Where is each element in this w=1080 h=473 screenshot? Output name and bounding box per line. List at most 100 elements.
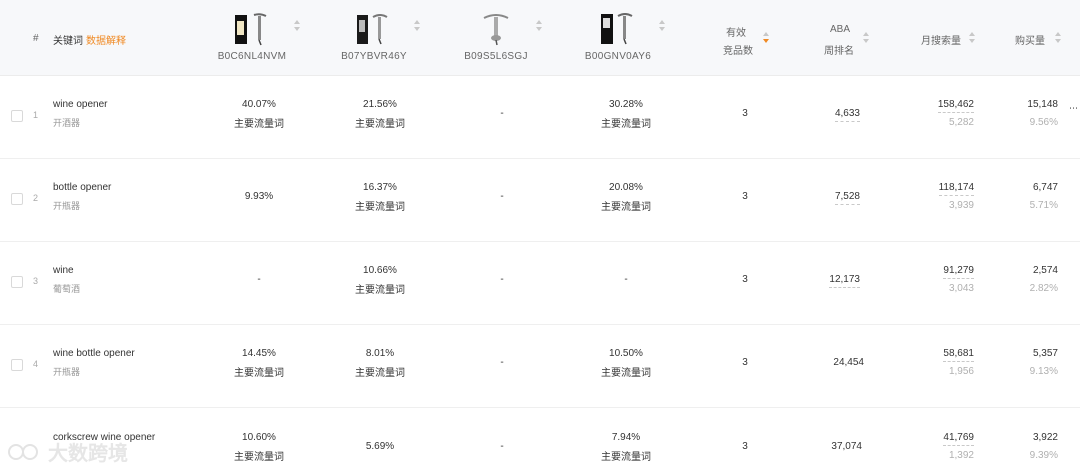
sort-asin-4-icon[interactable] [659, 20, 666, 31]
monthly-search[interactable]: 91,279 [943, 265, 974, 279]
table-row[interactable]: 4 wine bottle opener 开瓶器 14.45% 主要流量词 8.0… [0, 324, 1080, 408]
row-checkbox[interactable] [11, 193, 23, 205]
keyword-header: 关键词 [53, 36, 83, 47]
asin-column-4[interactable]: B00GNV0AY6 [568, 12, 668, 62]
row-index: 1 [33, 110, 39, 120]
asin1-share: 40.07% 主要流量词 [209, 99, 309, 130]
purchase-rate: 5.71% [1029, 200, 1058, 211]
purchase-rate: 2.82% [1029, 283, 1058, 294]
asin2-share: 5.69% [365, 441, 395, 452]
competitors-header-line2: 竞品数 [723, 46, 753, 57]
monthly-search-sub: 3,043 [948, 283, 974, 294]
asin-code-3: B09S5L6SGJ [464, 51, 528, 62]
purchases: 3,922 [1032, 432, 1058, 443]
sort-purchases-icon[interactable] [1055, 32, 1062, 43]
purchase-rate: 9.13% [1029, 366, 1058, 377]
monthly-search-sub: 5,282 [948, 117, 974, 128]
sort-asin-1-icon[interactable] [294, 20, 301, 31]
monthly-search[interactable]: 58,681 [943, 348, 974, 362]
purchases: 2,574 [1032, 265, 1058, 276]
asin4-share: 30.28% 主要流量词 [576, 99, 676, 130]
asin2-share: 8.01% 主要流量词 [330, 348, 430, 379]
index-header: # [33, 33, 39, 44]
purchases: 15,148 [1027, 99, 1058, 110]
monthly-search[interactable]: 41,769 [943, 432, 974, 446]
monthly-search[interactable]: 158,462 [937, 99, 974, 113]
row-checkbox[interactable] [11, 359, 23, 371]
aba-rank[interactable]: 37,074 [831, 441, 862, 452]
purchase-rate: 9.39% [1029, 450, 1058, 461]
purchase-rate: 9.56% [1029, 117, 1058, 128]
asin-code-1: B0C6NL4NVM [217, 51, 287, 62]
traffic-tag: 主要流量词 [355, 119, 405, 130]
competitor-count: 3 [742, 274, 748, 285]
monthly-search-header: 月搜索量 [921, 36, 961, 47]
aba-rank[interactable]: 12,173 [829, 274, 860, 288]
asin4-share: 20.08% 主要流量词 [576, 182, 676, 213]
more-icon[interactable]: ⋯ [1069, 103, 1078, 114]
competitor-count: 3 [742, 357, 748, 368]
watermark-logo-icon [8, 440, 42, 470]
asin-code-4: B00GNV0AY6 [584, 51, 652, 62]
asin4-share: 10.50% 主要流量词 [576, 348, 676, 379]
asin1-share: 10.60% 主要流量词 [209, 432, 309, 463]
asin-column-3[interactable]: B09S5L6SGJ [446, 12, 546, 62]
row-index: 4 [33, 359, 39, 369]
traffic-tag: 主要流量词 [601, 452, 651, 463]
row-checkbox[interactable] [11, 276, 23, 288]
purchases-header: 购买量 [1015, 36, 1045, 47]
keyword-translation: 开瓶器 [53, 201, 81, 211]
table-row[interactable]: 2 bottle opener 开瓶器 9.93% 16.37% 主要流量词 - … [0, 158, 1080, 242]
keyword-text[interactable]: wine [53, 265, 74, 276]
row-checkbox[interactable] [11, 110, 23, 122]
competitors-header-line1: 有效 [726, 28, 746, 39]
asin2-share: 21.56% 主要流量词 [330, 99, 430, 130]
aba-rank[interactable]: 4,633 [834, 108, 860, 122]
asin-column-1[interactable]: B0C6NL4NVM [202, 12, 302, 62]
keyword-text[interactable]: bottle opener [53, 182, 111, 193]
aba-rank[interactable]: 24,454 [833, 357, 864, 368]
aba-rank[interactable]: 7,528 [834, 191, 860, 205]
sort-aba-icon[interactable] [863, 32, 870, 43]
competitor-count: 3 [742, 108, 748, 119]
keyword-text[interactable]: wine bottle opener [53, 348, 135, 359]
asin1-share: 14.45% 主要流量词 [209, 348, 309, 379]
row-index: 2 [33, 193, 39, 203]
table-row[interactable]: 3 wine 葡萄酒 - 10.66% 主要流量词 - - 3 12,173 91… [0, 241, 1080, 325]
asin1-share: 9.93% [244, 191, 274, 202]
monthly-search[interactable]: 118,174 [938, 182, 974, 196]
asin-column-2[interactable]: B07YBVR46Y [324, 12, 424, 62]
competitor-count: 3 [742, 191, 748, 202]
traffic-tag: 主要流量词 [355, 202, 405, 213]
data-explain-link[interactable]: 数据解释 [86, 32, 126, 47]
asin-code-2: B07YBVR46Y [341, 51, 407, 62]
product-thumbnail-2 [356, 12, 392, 46]
sort-asin-2-icon[interactable] [414, 20, 421, 31]
sort-monthly-search-icon[interactable] [969, 32, 976, 43]
asin3-share: - [500, 274, 504, 285]
asin1-share: - [257, 274, 261, 285]
monthly-search-sub: 3,939 [948, 200, 974, 211]
product-thumbnail-4 [600, 12, 636, 46]
keyword-text[interactable]: wine opener [53, 99, 107, 110]
monthly-search-sub: 1,392 [948, 450, 974, 461]
traffic-tag: 主要流量词 [234, 452, 284, 463]
asin3-share: - [500, 108, 504, 119]
asin3-share: - [500, 357, 504, 368]
watermark: 大数跨境 [8, 437, 128, 470]
traffic-tag: 主要流量词 [601, 119, 651, 130]
asin3-share: - [500, 441, 504, 452]
product-thumbnail-3 [478, 12, 514, 46]
product-thumbnail-1 [234, 12, 270, 46]
sort-competitors-icon[interactable] [763, 32, 770, 43]
sort-asin-3-icon[interactable] [536, 20, 543, 31]
table-header: # 关键词 数据解释 B0C6NL4NVM B07YBVR46Y B09S5L6… [0, 0, 1080, 76]
table-row[interactable]: corkscrew wine opener 10.60% 主要流量词 5.69% … [0, 407, 1080, 473]
table-row[interactable]: 1 wine opener 开酒器 40.07% 主要流量词 21.56% 主要流量… [0, 75, 1080, 159]
competitor-count: 3 [742, 441, 748, 452]
traffic-tag: 主要流量词 [601, 202, 651, 213]
traffic-tag: 主要流量词 [355, 368, 405, 379]
aba-header-line1: ABA [830, 24, 851, 35]
asin3-share: - [500, 191, 504, 202]
asin4-share: 7.94% 主要流量词 [576, 432, 676, 463]
